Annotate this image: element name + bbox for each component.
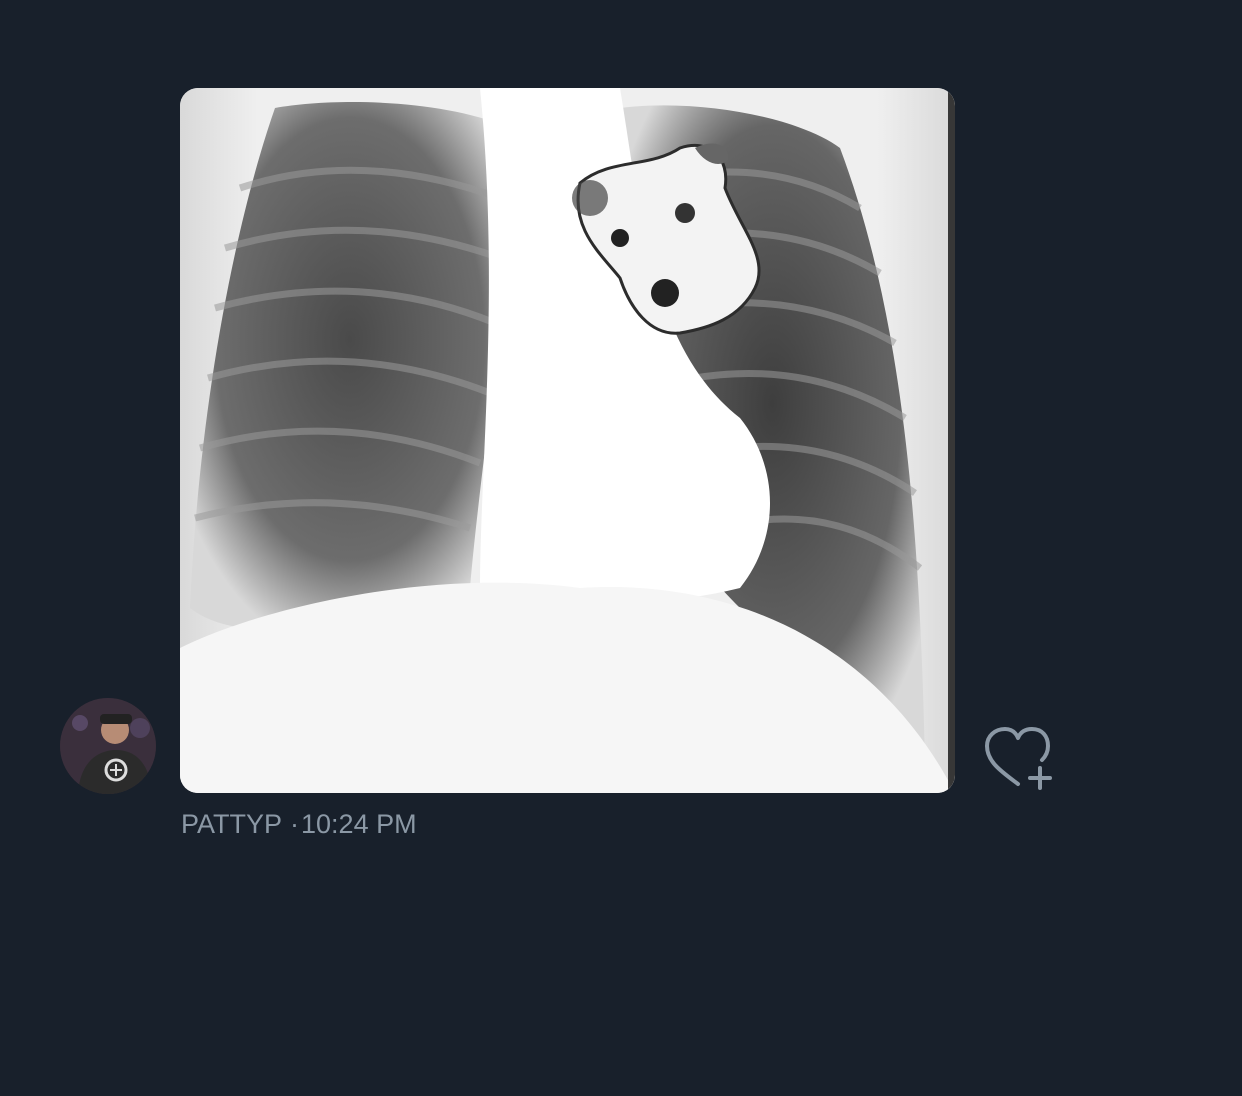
message-meta: PATTYP ·10:24 PM (181, 806, 417, 842)
meta-separator: · (290, 809, 300, 839)
xray-image (180, 88, 955, 793)
heart-plus-icon (985, 727, 1052, 790)
react-heart-button[interactable] (982, 726, 1058, 792)
dm-conversation: PATTYP ·10:24 PM (0, 0, 1242, 1096)
message-timestamp: 10:24 PM (301, 809, 417, 839)
sender-avatar[interactable] (60, 698, 156, 794)
sender-name[interactable]: PATTYP (181, 809, 282, 839)
message-image-attachment[interactable] (180, 88, 955, 793)
avatar-photo (60, 698, 156, 794)
